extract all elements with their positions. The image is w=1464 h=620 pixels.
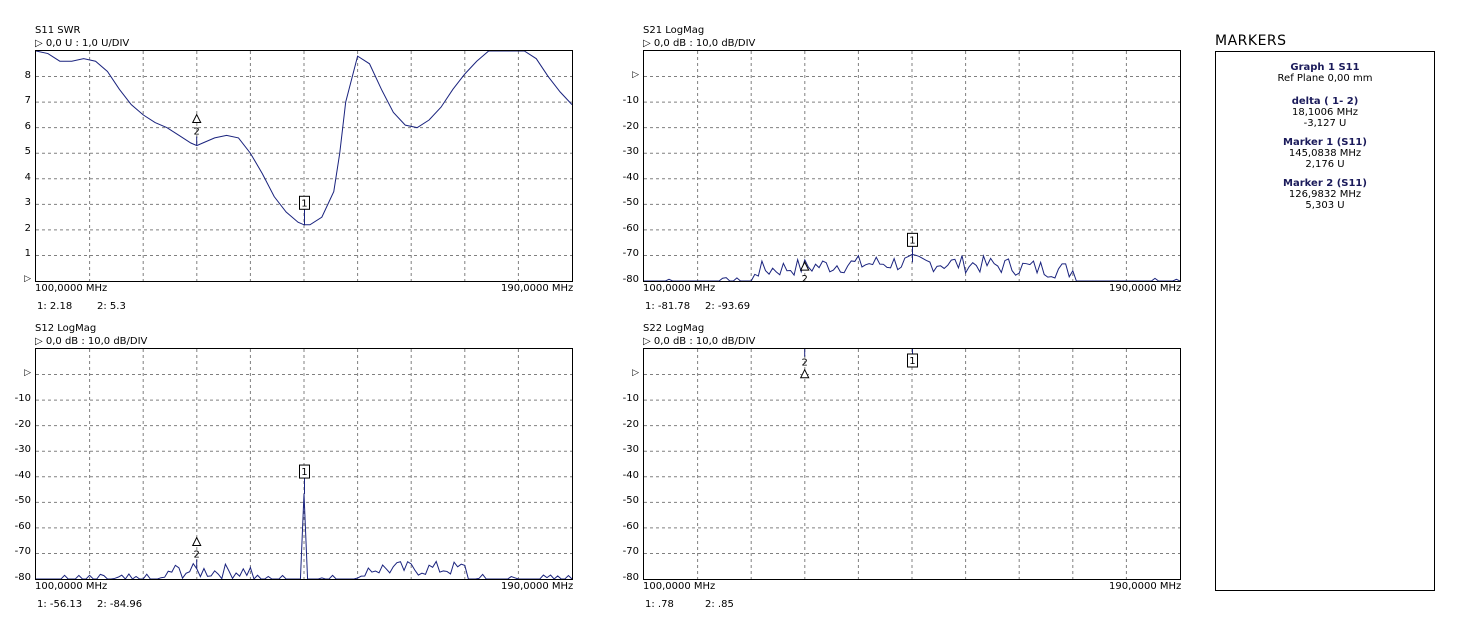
delta-title: delta ( 1- 2) (1291, 96, 1359, 107)
graph-scale-s11: ▷ 0,0 U : 1,0 U/DIV (35, 38, 130, 49)
graph-scale-s12: ▷ 0,0 dB : 10,0 dB/DIV (35, 336, 148, 347)
marker-readout-1: 1: 2.18 (37, 301, 73, 312)
graph-scale-s21: ▷ 0,0 dB : 10,0 dB/DIV (643, 38, 756, 49)
plot-area-s12: 12 (35, 348, 573, 580)
marker-readout-2: 2: 5.3 (97, 301, 126, 312)
marker-2-value: 5,303 U (1305, 200, 1345, 211)
marker-1-label: 1 (909, 356, 915, 367)
marker-2-freq: 126,9832 MHz (1288, 189, 1362, 200)
y-tick-label: -30 (622, 146, 639, 158)
marker-1-label: 1 (301, 467, 307, 478)
y-tick-label: 7 (24, 95, 31, 107)
x-start-label: 100,0000 MHz (643, 283, 716, 294)
graph-title-s12: S12 LogMag (35, 323, 97, 334)
plot-area-s22: 12 (643, 348, 1181, 580)
y-tick-label: 3 (24, 197, 31, 209)
marker-1-value: 2,176 U (1305, 159, 1345, 170)
x-start-label: 100,0000 MHz (35, 581, 108, 592)
y-tick-label: -20 (622, 120, 639, 132)
marker-readout-2: 2: -93.69 (705, 301, 751, 312)
marker-2-triangle-icon (191, 113, 202, 124)
y-tick-label: 5 (24, 146, 31, 158)
y-tick-label: -10 (622, 95, 639, 107)
plot-svg-s11: 12 (36, 51, 572, 281)
y-tick-label: -70 (622, 248, 639, 260)
marker-2-label: 2 (194, 550, 200, 561)
y-tick-label: 1 (24, 248, 31, 260)
markers-panel: Graph 1 S11 Ref Plane 0,00 mm delta ( 1-… (1215, 51, 1435, 591)
delta-value: -3,127 U (1303, 118, 1347, 129)
x-stop-label: 190,0000 MHz (501, 283, 574, 294)
ref-level-icon: ▷ (632, 367, 639, 378)
y-tick-label: -20 (14, 418, 31, 430)
markers-panel-title: MARKERS (1215, 33, 1287, 49)
y-tick-label: -70 (622, 546, 639, 558)
plot-svg-s12: 12 (36, 349, 572, 579)
marker-2-triangle-icon (191, 536, 202, 547)
delta-freq: 18,1006 MHz (1292, 107, 1358, 118)
x-start-label: 100,0000 MHz (35, 283, 108, 294)
y-tick-label: -80 (622, 274, 639, 285)
marker-1-freq: 145,0838 MHz (1288, 148, 1362, 159)
marker-2-label: 2 (802, 358, 808, 369)
y-tick-label: -50 (622, 197, 639, 209)
x-stop-label: 190,0000 MHz (1109, 581, 1182, 592)
y-tick-label: -10 (14, 393, 31, 405)
x-start-label: 100,0000 MHz (643, 581, 716, 592)
y-tick-label: 4 (24, 171, 31, 183)
graph-title-s21: S21 LogMag (643, 25, 705, 36)
marker-2-triangle-icon (799, 368, 810, 379)
graph-title-s11: S11 SWR (35, 25, 81, 36)
y-tick-label: -40 (622, 171, 639, 183)
marker-1-label: 1 (301, 198, 307, 209)
markers-ref-plane: Ref Plane 0,00 mm (1277, 73, 1373, 84)
graph-scale-s22: ▷ 0,0 dB : 10,0 dB/DIV (643, 336, 756, 347)
marker-2-label: 2 (194, 127, 200, 138)
plot-area-s21: 12 (643, 50, 1181, 282)
y-tick-label: -40 (622, 469, 639, 481)
y-tick-label: -30 (622, 444, 639, 456)
marker-1-label: 1 (909, 235, 915, 246)
marker-2-label: 2 (802, 274, 808, 281)
ref-level-icon: ▷ (24, 274, 31, 284)
plot-svg-s22: 12 (644, 349, 1180, 579)
y-tick-label: -20 (622, 418, 639, 430)
ref-level-icon: ▷ (24, 367, 31, 378)
marker-readout-1: 1: -81.78 (645, 301, 691, 312)
marker-readout-2: 2: .85 (705, 599, 734, 610)
ref-level-icon: ▷ (632, 69, 639, 80)
y-tick-label: 6 (24, 120, 31, 132)
marker-readout-1: 1: -56.13 (37, 599, 83, 610)
y-tick-label: -30 (14, 444, 31, 456)
y-tick-label: -10 (622, 393, 639, 405)
marker-readout-1: 1: .78 (645, 599, 674, 610)
y-tick-label: 2 (24, 222, 31, 234)
y-tick-label: -50 (622, 495, 639, 507)
plot-area-s11: 12 (35, 50, 573, 282)
y-tick-label: -70 (14, 546, 31, 558)
marker-1-title: Marker 1 (S11) (1283, 137, 1367, 148)
y-tick-label: -80 (14, 572, 31, 583)
plot-svg-s21: 12 (644, 51, 1180, 281)
y-tick-label: 8 (24, 69, 31, 81)
y-tick-label: -80 (622, 572, 639, 583)
y-tick-label: -60 (622, 222, 639, 234)
y-tick-label: -50 (14, 495, 31, 507)
y-tick-label: -40 (14, 469, 31, 481)
x-stop-label: 190,0000 MHz (1109, 283, 1182, 294)
graph-title-s22: S22 LogMag (643, 323, 705, 334)
y-tick-label: -60 (14, 520, 31, 532)
markers-graph-title: Graph 1 S11 (1290, 62, 1360, 73)
marker-readout-2: 2: -84.96 (97, 599, 143, 610)
marker-2-title: Marker 2 (S11) (1283, 178, 1367, 189)
y-tick-label: -60 (622, 520, 639, 532)
x-stop-label: 190,0000 MHz (501, 581, 574, 592)
